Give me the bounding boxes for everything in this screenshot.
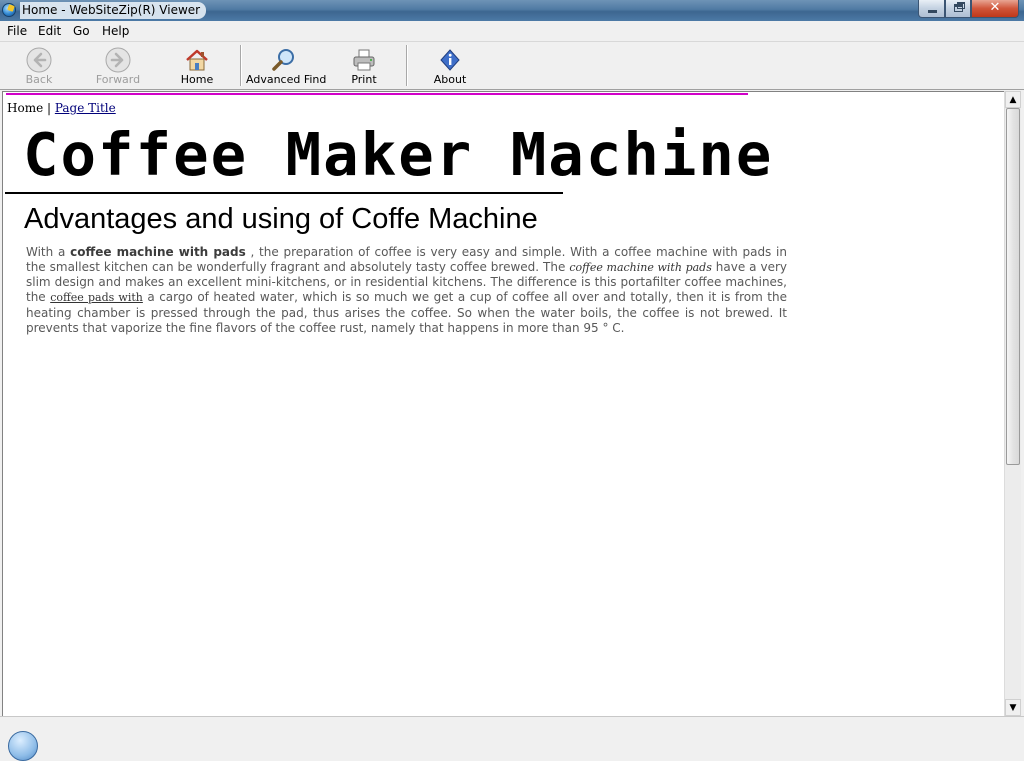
scroll-down-button[interactable]: ▼ xyxy=(1005,699,1021,716)
article-paragraph: With a coffee machine with pads , the pr… xyxy=(26,245,787,335)
section-heading: Advantages and using of Coffe Machine xyxy=(24,203,538,235)
forward-label: Forward xyxy=(95,73,141,86)
menu-bar: File Edit Go Help xyxy=(0,21,1024,42)
accent-line xyxy=(6,93,748,95)
back-arrow-icon xyxy=(26,47,52,73)
menu-file[interactable]: File xyxy=(7,24,27,39)
page-title: Coffee Maker Machine xyxy=(23,120,774,189)
article-text: With a xyxy=(26,245,71,259)
breadcrumb: Home | Page Title xyxy=(7,101,116,115)
print-button[interactable]: Print xyxy=(344,42,384,88)
breadcrumb-home: Home xyxy=(7,101,44,115)
home-label: Home xyxy=(180,73,214,86)
vertical-scrollbar[interactable]: ▲ ▼ xyxy=(1004,91,1021,716)
breadcrumb-page-title-link[interactable]: Page Title xyxy=(55,101,116,115)
globe-icon xyxy=(8,731,38,761)
home-icon xyxy=(186,49,208,71)
title-bar[interactable]: Home - WebSiteZip(R) Viewer ✕ xyxy=(0,0,1024,21)
menu-help[interactable]: Help xyxy=(102,24,129,39)
article-bold-keyword: coffee machine with pads xyxy=(70,245,246,259)
article-link[interactable]: coffee pads with xyxy=(50,291,143,304)
printer-icon xyxy=(353,49,375,71)
magnifier-icon xyxy=(272,49,294,71)
restore-icon-front xyxy=(954,4,963,12)
minimize-icon xyxy=(928,10,937,13)
close-button[interactable]: ✕ xyxy=(971,0,1019,18)
content-area[interactable]: Home | Page Title Coffee Maker Machine A… xyxy=(2,91,1004,716)
window-title: Home - WebSiteZip(R) Viewer xyxy=(20,2,207,19)
forward-button[interactable]: Forward xyxy=(92,42,144,88)
about-button[interactable]: About xyxy=(430,42,470,88)
article-italic-keyword: coffee machine with pads xyxy=(569,260,712,274)
menu-edit[interactable]: Edit xyxy=(38,24,61,39)
toolbar: Back Forward Home Advanced Find Print Ab… xyxy=(0,42,1024,90)
forward-arrow-icon xyxy=(105,47,131,73)
toolbar-separator xyxy=(406,45,408,86)
menu-go[interactable]: Go xyxy=(73,24,90,39)
back-button[interactable]: Back xyxy=(14,42,64,88)
toolbar-separator xyxy=(240,45,242,86)
info-icon xyxy=(440,49,460,71)
scroll-up-button[interactable]: ▲ xyxy=(1005,91,1021,108)
breadcrumb-separator: | xyxy=(43,101,55,115)
home-button[interactable]: Home xyxy=(177,42,217,88)
title-divider xyxy=(5,192,563,194)
app-icon xyxy=(2,3,16,17)
minimize-button[interactable] xyxy=(918,0,945,18)
print-label: Print xyxy=(351,73,377,86)
status-bar xyxy=(0,716,1024,761)
about-label: About xyxy=(433,73,467,86)
advanced-find-button[interactable]: Advanced Find xyxy=(246,42,327,88)
maximize-button[interactable] xyxy=(945,0,971,18)
advanced-find-label: Advanced Find xyxy=(246,73,327,86)
back-label: Back xyxy=(25,73,53,86)
scroll-thumb[interactable] xyxy=(1006,108,1020,465)
